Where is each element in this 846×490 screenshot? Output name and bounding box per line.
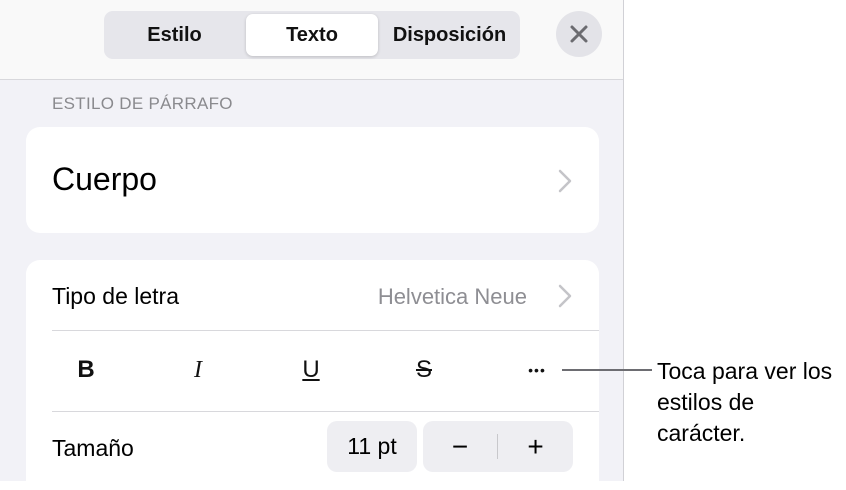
chevron-right-icon (558, 169, 572, 193)
divider (52, 330, 599, 331)
bold-button[interactable]: B (56, 340, 116, 400)
font-row[interactable]: Tipo de letra Helvetica Neue (26, 260, 599, 330)
size-value[interactable]: 11 pt (327, 421, 417, 472)
text-format-card: Tipo de letra Helvetica Neue B I U S •••… (26, 260, 599, 490)
paragraph-style-row[interactable]: Cuerpo (26, 127, 599, 233)
tab-segmented-control: Estilo Texto Disposición (104, 11, 520, 59)
close-button[interactable] (556, 11, 602, 57)
underline-button[interactable]: U (281, 340, 341, 400)
close-icon (570, 25, 588, 43)
italic-button[interactable]: I (168, 340, 228, 400)
size-label: Tamaño (52, 435, 134, 461)
paragraph-style-value: Cuerpo (52, 161, 157, 197)
size-stepper: − + (423, 421, 573, 472)
strikethrough-button[interactable]: S (394, 340, 454, 400)
increase-size-button[interactable]: + (498, 421, 573, 472)
chevron-right-icon (558, 284, 572, 308)
panel-header: Estilo Texto Disposición (0, 0, 623, 80)
divider (52, 411, 599, 412)
more-options-button[interactable]: ••• (507, 340, 567, 400)
font-label: Tipo de letra (52, 283, 179, 309)
callout-text: Toca para ver los estilos de carácter. (657, 358, 833, 446)
tab-texto[interactable]: Texto (246, 14, 378, 56)
font-value: Helvetica Neue (377, 284, 527, 309)
section-label-paragraph-style: ESTILO DE PÁRRAFO (52, 94, 233, 113)
format-panel: Estilo Texto Disposición ESTILO DE PÁRRA… (0, 0, 624, 490)
callout-line (562, 369, 652, 371)
tab-estilo[interactable]: Estilo (108, 14, 241, 56)
decrease-size-button[interactable]: − (423, 421, 497, 472)
tab-disposicion[interactable]: Disposición (383, 14, 516, 56)
